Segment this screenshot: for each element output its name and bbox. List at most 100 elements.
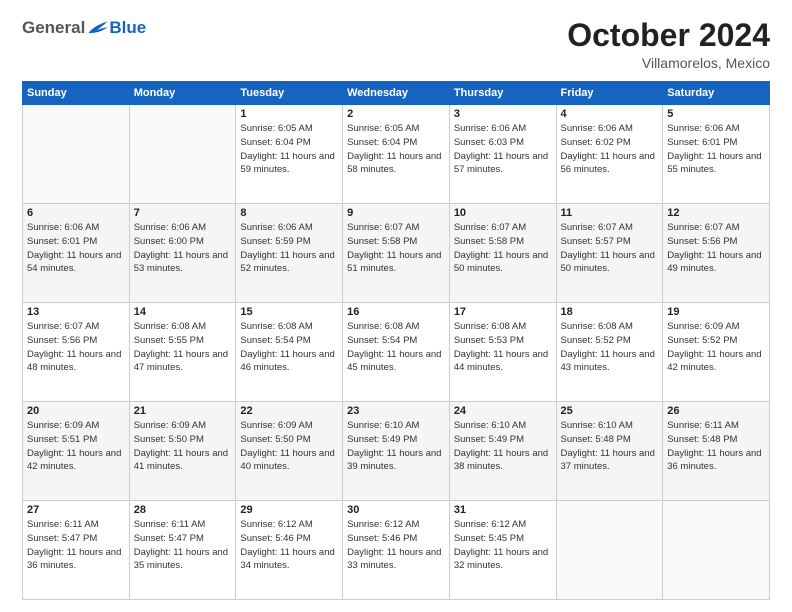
day-number: 16 — [347, 306, 445, 318]
calendar-cell — [663, 501, 770, 600]
calendar-table: SundayMondayTuesdayWednesdayThursdayFrid… — [22, 81, 770, 600]
calendar-cell: 3 Sunrise: 6:06 AM Sunset: 6:03 PM Daylig… — [449, 105, 556, 204]
day-info: Sunrise: 6:09 AM Sunset: 5:50 PM Dayligh… — [134, 419, 232, 474]
day-number: 25 — [561, 405, 659, 417]
calendar-cell: 29 Sunrise: 6:12 AM Sunset: 5:46 PM Dayli… — [236, 501, 343, 600]
day-number: 13 — [27, 306, 125, 318]
day-info: Sunrise: 6:09 AM Sunset: 5:50 PM Dayligh… — [240, 419, 338, 474]
day-number: 1 — [240, 108, 338, 120]
calendar-cell: 8 Sunrise: 6:06 AM Sunset: 5:59 PM Daylig… — [236, 204, 343, 303]
calendar-cell: 10 Sunrise: 6:07 AM Sunset: 5:58 PM Dayli… — [449, 204, 556, 303]
day-number: 14 — [134, 306, 232, 318]
calendar-cell: 19Sunrise: 6:09 AM Sunset: 5:52 PM Dayli… — [663, 303, 770, 402]
calendar-cell: 6 Sunrise: 6:06 AM Sunset: 6:01 PM Daylig… — [23, 204, 130, 303]
day-number: 20 — [27, 405, 125, 417]
day-info: Sunrise: 6:06 AM Sunset: 6:01 PM Dayligh… — [27, 221, 125, 276]
location: Villamorelos, Mexico — [567, 55, 770, 71]
day-number: 31 — [454, 504, 552, 516]
calendar-cell: 20Sunrise: 6:09 AM Sunset: 5:51 PM Dayli… — [23, 402, 130, 501]
weekday-header: Monday — [129, 82, 236, 105]
day-number: 10 — [454, 207, 552, 219]
day-info: Sunrise: 6:05 AM Sunset: 6:04 PM Dayligh… — [347, 122, 445, 177]
day-number: 2 — [347, 108, 445, 120]
day-info: Sunrise: 6:07 AM Sunset: 5:58 PM Dayligh… — [454, 221, 552, 276]
logo-bird-icon — [87, 19, 109, 37]
day-info: Sunrise: 6:06 AM Sunset: 6:00 PM Dayligh… — [134, 221, 232, 276]
day-info: Sunrise: 6:10 AM Sunset: 5:49 PM Dayligh… — [347, 419, 445, 474]
day-number: 11 — [561, 207, 659, 219]
calendar-cell: 25 Sunrise: 6:10 AM Sunset: 5:48 PM Dayli… — [556, 402, 663, 501]
day-info: Sunrise: 6:11 AM Sunset: 5:48 PM Dayligh… — [667, 419, 765, 474]
day-number: 5 — [667, 108, 765, 120]
calendar-cell — [129, 105, 236, 204]
calendar-cell: 21Sunrise: 6:09 AM Sunset: 5:50 PM Dayli… — [129, 402, 236, 501]
day-info: Sunrise: 6:06 AM Sunset: 6:02 PM Dayligh… — [561, 122, 659, 177]
day-number: 29 — [240, 504, 338, 516]
day-info: Sunrise: 6:06 AM Sunset: 5:59 PM Dayligh… — [240, 221, 338, 276]
calendar-cell: 2 Sunrise: 6:05 AM Sunset: 6:04 PM Daylig… — [343, 105, 450, 204]
logo-text: General Blue — [22, 18, 146, 38]
day-info: Sunrise: 6:07 AM Sunset: 5:56 PM Dayligh… — [667, 221, 765, 276]
calendar-cell: 14 Sunrise: 6:08 AM Sunset: 5:55 PM Dayli… — [129, 303, 236, 402]
day-info: Sunrise: 6:09 AM Sunset: 5:52 PM Dayligh… — [667, 320, 765, 375]
calendar-week-row: 13 Sunrise: 6:07 AM Sunset: 5:56 PM Dayli… — [23, 303, 770, 402]
calendar-week-row: 1 Sunrise: 6:05 AM Sunset: 6:04 PM Daylig… — [23, 105, 770, 204]
calendar-cell — [23, 105, 130, 204]
day-info: Sunrise: 6:07 AM Sunset: 5:58 PM Dayligh… — [347, 221, 445, 276]
day-info: Sunrise: 6:12 AM Sunset: 5:46 PM Dayligh… — [240, 518, 338, 573]
page: General Blue October 2024 Villamorelos, … — [0, 0, 792, 612]
weekday-header: Sunday — [23, 82, 130, 105]
calendar-cell: 13 Sunrise: 6:07 AM Sunset: 5:56 PM Dayli… — [23, 303, 130, 402]
day-number: 28 — [134, 504, 232, 516]
calendar-cell: 11Sunrise: 6:07 AM Sunset: 5:57 PM Dayli… — [556, 204, 663, 303]
day-number: 24 — [454, 405, 552, 417]
calendar-cell: 9 Sunrise: 6:07 AM Sunset: 5:58 PM Daylig… — [343, 204, 450, 303]
calendar-header-row: SundayMondayTuesdayWednesdayThursdayFrid… — [23, 82, 770, 105]
day-number: 12 — [667, 207, 765, 219]
month-title: October 2024 — [567, 18, 770, 53]
calendar-cell: 17 Sunrise: 6:08 AM Sunset: 5:53 PM Dayli… — [449, 303, 556, 402]
day-info: Sunrise: 6:11 AM Sunset: 5:47 PM Dayligh… — [134, 518, 232, 573]
logo: General Blue — [22, 18, 146, 38]
calendar-cell: 5 Sunrise: 6:06 AM Sunset: 6:01 PM Daylig… — [663, 105, 770, 204]
day-info: Sunrise: 6:08 AM Sunset: 5:52 PM Dayligh… — [561, 320, 659, 375]
calendar-cell: 12 Sunrise: 6:07 AM Sunset: 5:56 PM Dayli… — [663, 204, 770, 303]
calendar-cell: 18Sunrise: 6:08 AM Sunset: 5:52 PM Dayli… — [556, 303, 663, 402]
day-number: 3 — [454, 108, 552, 120]
day-info: Sunrise: 6:08 AM Sunset: 5:53 PM Dayligh… — [454, 320, 552, 375]
calendar-cell: 28 Sunrise: 6:11 AM Sunset: 5:47 PM Dayli… — [129, 501, 236, 600]
day-info: Sunrise: 6:10 AM Sunset: 5:48 PM Dayligh… — [561, 419, 659, 474]
logo-blue: Blue — [109, 18, 146, 38]
calendar-cell: 16Sunrise: 6:08 AM Sunset: 5:54 PM Dayli… — [343, 303, 450, 402]
weekday-header: Thursday — [449, 82, 556, 105]
calendar-cell — [556, 501, 663, 600]
day-info: Sunrise: 6:06 AM Sunset: 6:01 PM Dayligh… — [667, 122, 765, 177]
calendar-cell: 23Sunrise: 6:10 AM Sunset: 5:49 PM Dayli… — [343, 402, 450, 501]
day-number: 30 — [347, 504, 445, 516]
day-number: 8 — [240, 207, 338, 219]
day-number: 17 — [454, 306, 552, 318]
calendar-cell: 22 Sunrise: 6:09 AM Sunset: 5:50 PM Dayli… — [236, 402, 343, 501]
day-info: Sunrise: 6:12 AM Sunset: 5:45 PM Dayligh… — [454, 518, 552, 573]
day-info: Sunrise: 6:06 AM Sunset: 6:03 PM Dayligh… — [454, 122, 552, 177]
day-info: Sunrise: 6:10 AM Sunset: 5:49 PM Dayligh… — [454, 419, 552, 474]
calendar-week-row: 6 Sunrise: 6:06 AM Sunset: 6:01 PM Daylig… — [23, 204, 770, 303]
header: General Blue October 2024 Villamorelos, … — [22, 18, 770, 71]
day-number: 7 — [134, 207, 232, 219]
title-block: October 2024 Villamorelos, Mexico — [567, 18, 770, 71]
day-info: Sunrise: 6:08 AM Sunset: 5:55 PM Dayligh… — [134, 320, 232, 375]
day-info: Sunrise: 6:08 AM Sunset: 5:54 PM Dayligh… — [240, 320, 338, 375]
day-number: 9 — [347, 207, 445, 219]
day-info: Sunrise: 6:07 AM Sunset: 5:56 PM Dayligh… — [27, 320, 125, 375]
day-number: 6 — [27, 207, 125, 219]
day-info: Sunrise: 6:11 AM Sunset: 5:47 PM Dayligh… — [27, 518, 125, 573]
calendar-cell: 15Sunrise: 6:08 AM Sunset: 5:54 PM Dayli… — [236, 303, 343, 402]
day-number: 27 — [27, 504, 125, 516]
day-number: 4 — [561, 108, 659, 120]
day-info: Sunrise: 6:12 AM Sunset: 5:46 PM Dayligh… — [347, 518, 445, 573]
calendar-cell: 7 Sunrise: 6:06 AM Sunset: 6:00 PM Daylig… — [129, 204, 236, 303]
day-number: 22 — [240, 405, 338, 417]
weekday-header: Friday — [556, 82, 663, 105]
weekday-header: Saturday — [663, 82, 770, 105]
calendar-cell: 31 Sunrise: 6:12 AM Sunset: 5:45 PM Dayli… — [449, 501, 556, 600]
